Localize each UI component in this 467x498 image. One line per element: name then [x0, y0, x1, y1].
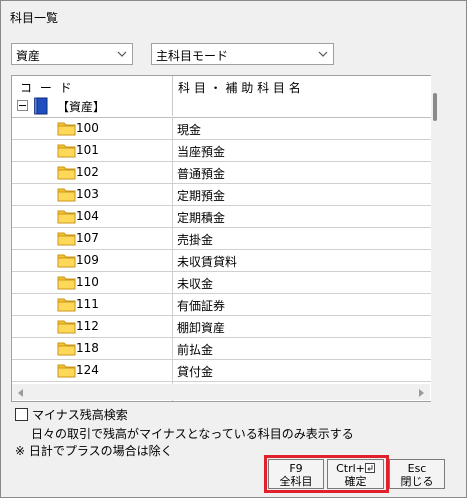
table-row[interactable]: 104 定期積金 [12, 206, 439, 228]
table-row[interactable]: 109 未収賃貸料 [12, 250, 439, 272]
table-row[interactable]: 103 定期預金 [12, 184, 439, 206]
account-code: 111 [76, 297, 99, 311]
table-row[interactable]: 111 有価証券 [12, 294, 439, 316]
folder-icon [57, 276, 76, 290]
account-name: 有価証券 [177, 299, 226, 313]
column-divider [172, 250, 173, 271]
folder-icon [57, 144, 76, 158]
confirm-key-text: Ctrl+ [336, 462, 365, 475]
account-name: 現金 [177, 123, 202, 137]
all-accounts-key: F9 [289, 462, 303, 475]
account-code: 102 [76, 165, 99, 179]
negative-balance-note: 日々の取引で残高がマイナスとなっている科目のみ表示する [31, 427, 354, 441]
table-row[interactable]: 124 貸付金 [12, 360, 439, 382]
folder-icon [57, 210, 76, 224]
collapse-icon[interactable] [17, 100, 28, 111]
category-select-value: 資産 [16, 49, 41, 63]
confirm-label: 確定 [344, 475, 367, 488]
column-divider [172, 338, 173, 359]
account-code: 103 [76, 187, 99, 201]
account-name: 未収賃貸料 [177, 255, 238, 269]
all-accounts-button[interactable]: F9 全科目 [268, 459, 324, 489]
column-divider [172, 316, 173, 337]
column-divider [172, 140, 173, 161]
chevron-down-icon [117, 51, 127, 57]
column-divider [172, 294, 173, 315]
close-key: Esc [407, 462, 427, 475]
window-title: 科目一覧 [10, 11, 59, 25]
confirm-button[interactable]: Ctrl+ 確定 [327, 459, 384, 489]
chevron-down-icon [318, 51, 328, 57]
tree-root-label: 【資産】 [57, 100, 106, 114]
tree-root-row[interactable]: 【資産】 [12, 96, 439, 118]
close-button[interactable]: Esc 閉じる [389, 459, 445, 489]
column-divider [172, 162, 173, 183]
account-code: 101 [76, 143, 99, 157]
account-name: 普通預金 [177, 167, 226, 181]
column-divider [172, 184, 173, 205]
all-accounts-label: 全科目 [279, 475, 313, 488]
code-column-header[interactable]: コ ー ド [20, 79, 170, 96]
mode-select-value: 主科目モード [156, 49, 229, 63]
scroll-left-icon[interactable] [18, 389, 23, 397]
account-name: 売掛金 [177, 233, 214, 247]
account-code: 124 [76, 363, 99, 377]
account-list-dialog: 科目一覧 資産 主科目モード コ ー ド 科 目 ・ 補 助 科 目 名 【資産… [0, 0, 467, 498]
table-row[interactable]: 112 棚卸資産 [12, 316, 439, 338]
column-divider [172, 228, 173, 249]
account-name: 貸付金 [177, 365, 214, 379]
account-code: 104 [76, 209, 99, 223]
folder-icon [57, 364, 76, 378]
daily-plus-note: ※ 日計でプラスの場合は除く [15, 444, 173, 458]
title-bar: 科目一覧 [1, 1, 466, 31]
column-divider [172, 118, 173, 139]
folder-icon [57, 254, 76, 268]
folder-icon [57, 320, 76, 334]
close-label: 閉じる [400, 475, 434, 488]
column-divider [172, 360, 173, 381]
book-icon [34, 97, 48, 115]
table-row[interactable]: 101 当座預金 [12, 140, 439, 162]
table-row[interactable]: 102 普通預金 [12, 162, 439, 184]
folder-icon [57, 342, 76, 356]
account-name: 当座預金 [177, 145, 226, 159]
table-row[interactable]: 107 売掛金 [12, 228, 439, 250]
category-select[interactable]: 資産 [11, 43, 133, 65]
grid-header: コ ー ド 科 目 ・ 補 助 科 目 名 [12, 76, 439, 116]
folder-icon [57, 122, 76, 136]
mode-select[interactable]: 主科目モード [151, 43, 334, 65]
folder-icon [57, 188, 76, 202]
folder-icon [57, 298, 76, 312]
horizontal-scrollbar[interactable] [12, 384, 430, 400]
scroll-right-icon[interactable] [419, 389, 424, 397]
negative-balance-label[interactable]: マイナス残高検索 [32, 406, 128, 423]
account-name: 定期積金 [177, 211, 226, 225]
folder-icon [57, 232, 76, 246]
scrollbar-thumb[interactable] [433, 93, 437, 121]
account-code: 118 [76, 341, 99, 355]
table-row[interactable]: 100 現金 [12, 118, 439, 140]
enter-key-icon [364, 463, 375, 473]
account-name: 未収金 [177, 277, 214, 291]
column-divider [172, 206, 173, 227]
account-rows: 100 現金 101 当座預金 102 普通預金 103 定期預金 104 定期積金 107 売掛金 1… [12, 118, 439, 401]
account-name: 前払金 [177, 343, 214, 357]
account-code: 112 [76, 319, 99, 333]
account-code: 107 [76, 231, 99, 245]
account-code: 109 [76, 253, 99, 267]
account-name: 定期預金 [177, 189, 226, 203]
table-row[interactable]: 118 前払金 [12, 338, 439, 360]
confirm-key: Ctrl+ [328, 462, 383, 475]
negative-balance-checkbox[interactable] [15, 408, 28, 421]
folder-icon [57, 166, 76, 180]
account-code: 110 [76, 275, 99, 289]
vertical-scrollbar[interactable] [431, 75, 441, 402]
table-row[interactable]: 110 未収金 [12, 272, 439, 294]
account-name: 棚卸資産 [177, 321, 226, 335]
name-column-header[interactable]: 科 目 ・ 補 助 科 目 名 [178, 79, 438, 96]
account-code: 100 [76, 121, 99, 135]
account-tree-grid[interactable]: コ ー ド 科 目 ・ 補 助 科 目 名 【資産】 100 現金 101 当座預金 1… [11, 75, 440, 402]
column-divider [172, 272, 173, 293]
